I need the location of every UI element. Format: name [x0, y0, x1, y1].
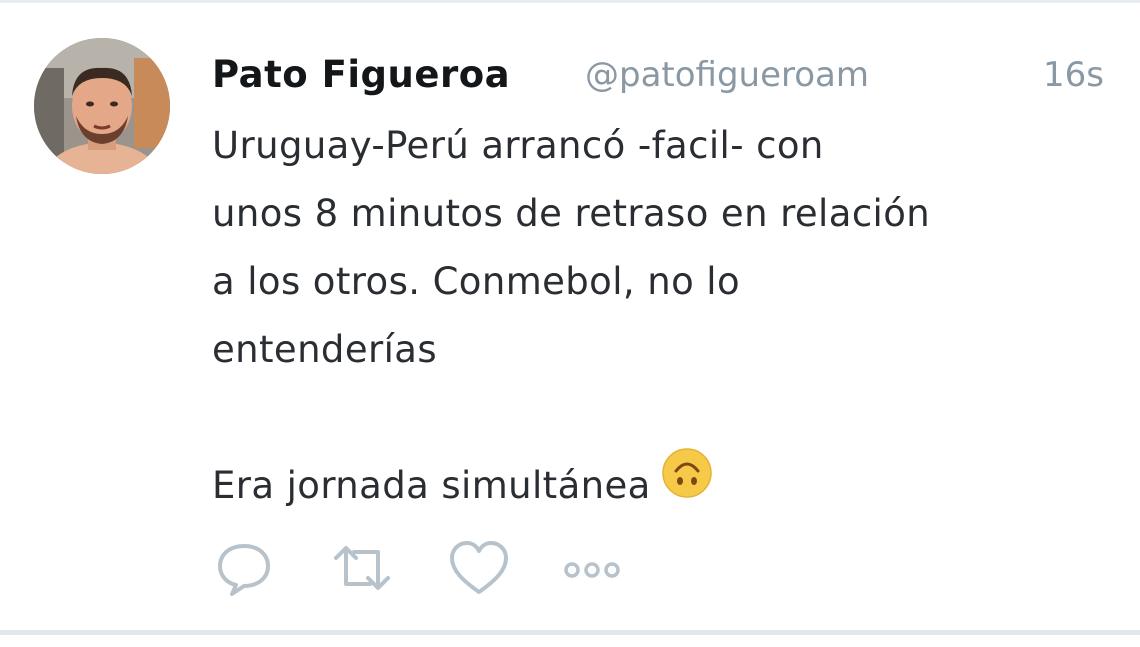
author-handle[interactable]: @patofigueroam	[585, 50, 869, 100]
tweet-text: Uruguay-Perú arrancó -facil- con unos 8 …	[212, 112, 1112, 521]
avatar[interactable]	[34, 38, 170, 174]
heart-icon	[450, 541, 508, 594]
tweet-text-line: Uruguay-Perú arrancó -facil- con	[212, 124, 824, 167]
tweet-text-line: entenderías	[212, 328, 438, 371]
retweet-button[interactable]	[330, 538, 390, 598]
tweet-header: Pato Figueroa @patofigueroam 16s	[212, 50, 1104, 100]
more-button[interactable]	[560, 538, 630, 598]
more-icon	[564, 562, 620, 578]
top-divider	[0, 0, 1140, 3]
avatar-photo	[34, 38, 170, 174]
retweet-icon	[334, 546, 390, 590]
author-name[interactable]: Pato Figueroa	[212, 50, 510, 100]
reply-button[interactable]	[214, 538, 274, 598]
timestamp[interactable]: 16s	[1043, 50, 1104, 100]
like-button[interactable]	[448, 538, 508, 598]
tweet-text-last-line: Era jornada simultánea	[212, 447, 1112, 521]
tweet-actions	[214, 538, 634, 598]
upside-down-face-icon	[661, 447, 713, 521]
tweet-text-line: unos 8 minutos de retraso en relación	[212, 192, 931, 235]
tweet-text-line: a los otros. Conmebol, no lo	[212, 260, 740, 303]
tweet-text-line: Era jornada simultánea	[212, 464, 651, 507]
reply-icon	[218, 544, 270, 596]
bottom-divider	[0, 630, 1140, 635]
tweet-text-spacer	[212, 384, 1112, 452]
